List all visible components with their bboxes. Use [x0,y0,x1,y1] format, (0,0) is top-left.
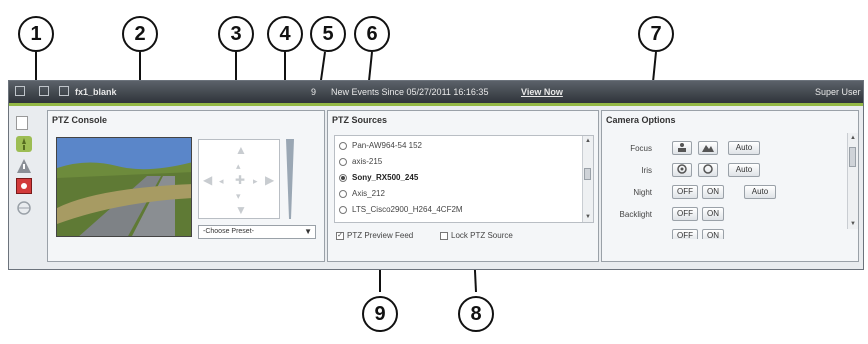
source-label: axis-215 [352,157,383,166]
callout-5: 5 [310,16,346,52]
night-auto-button[interactable]: Auto [744,185,776,199]
backlight-label: Backlight [619,210,652,219]
night-off-button[interactable]: OFF [672,185,698,199]
tilt-down-small-icon[interactable]: ▾ [236,190,241,202]
scroll-thumb[interactable] [584,168,591,180]
preset-selected-value: -Choose Preset- [203,228,254,235]
scroll-thumb[interactable] [849,147,856,167]
window-restore-icon[interactable] [39,86,49,96]
source-label: Pan-AW964-54 152 [352,141,422,150]
source-label: LTS_Cisco2900_H264_4CF2M [352,205,463,214]
extra-off-button[interactable]: OFF [672,229,698,239]
preview-feed-label: PTZ Preview Feed [347,231,414,240]
globe-icon[interactable] [16,200,32,216]
view-now-link[interactable]: View Now [521,87,563,97]
backlight-off-button[interactable]: OFF [672,207,698,221]
camera-icon[interactable] [16,178,32,194]
source-item[interactable]: LTS_Cisco2900_H264_4CF2M [339,205,463,219]
preset-dropdown[interactable]: -Choose Preset- ▼ [198,225,316,239]
focus-label: Focus [630,144,652,153]
pan-right-small-icon[interactable]: ▸ [253,175,258,187]
user-name: Super User [815,87,861,97]
source-radio-selected[interactable] [339,173,347,182]
scroll-down-icon[interactable]: ▼ [585,214,591,220]
source-item-selected[interactable]: Sony_RX500_245 [339,173,418,187]
callout-3: 3 [218,16,254,52]
window-tab-icon[interactable] [59,86,69,96]
source-label: Axis_212 [352,189,385,198]
source-label: Sony_RX500_245 [352,173,419,182]
tilt-down-arrow-icon[interactable]: ▼ [235,204,247,216]
preview-feed-checkbox[interactable]: ✓ [336,231,344,240]
focus-near-button[interactable] [672,141,692,155]
extra-on-button[interactable]: ON [702,229,724,239]
warning-icon[interactable] [16,158,32,174]
ptz-application-window: fx1_blank 9 New Events Since 05/27/2011 … [8,80,864,270]
callout-6: 6 [354,16,390,52]
tilt-up-small-icon[interactable]: ▴ [236,160,241,172]
lock-source-option[interactable]: Lock PTZ Source [440,231,513,240]
iris-label: Iris [641,166,652,175]
source-radio[interactable] [339,189,347,198]
ptz-source-list: Pan-AW964-54 152 axis-215 Sony_RX500_245… [334,135,594,223]
events-count: 9 [311,87,317,97]
lock-source-label: Lock PTZ Source [451,231,513,240]
focus-auto-button[interactable]: Auto [728,141,760,155]
events-text: New Events Since 05/27/2011 16:16:35 [331,87,489,97]
camera-options-scrollbar[interactable]: ▲ ▼ [847,133,858,229]
iris-auto-button[interactable]: Auto [728,163,760,177]
source-item[interactable]: axis-215 [339,157,382,171]
ptz-center-icon[interactable]: ✚ [235,174,245,186]
tilt-up-arrow-icon[interactable]: ▲ [235,144,247,156]
source-radio[interactable] [339,141,347,150]
ptz-console-title: PTZ Console [52,115,108,125]
zoom-slider[interactable] [286,139,294,219]
scroll-up-icon[interactable]: ▲ [585,138,591,144]
callout-9: 9 [362,296,398,332]
night-label: Night [633,188,652,197]
left-icon-strip [13,116,35,266]
focus-row: Focus Auto [602,141,858,157]
window-title: fx1_blank [75,87,117,97]
source-item[interactable]: Pan-AW964-54 152 [339,141,422,155]
scroll-down-icon[interactable]: ▼ [850,221,856,227]
extra-option-row: OFF ON [602,229,858,239]
ptz-icon[interactable] [16,136,32,152]
chevron-down-icon: ▼ [304,227,312,236]
main-body: PTZ Console ▲ ▴ ◀ ◂ ✚ ▸ ▶ ▾ ▼ -Choose Pr… [9,103,863,269]
ptz-console-panel: PTZ Console ▲ ▴ ◀ ◂ ✚ ▸ ▶ ▾ ▼ -Choose Pr… [47,110,325,262]
backlight-row: Backlight OFF ON [602,207,858,223]
focus-far-button[interactable] [698,141,718,155]
iris-open-button[interactable] [698,163,718,177]
callout-2: 2 [122,16,158,52]
camera-options-panel: Camera Options Focus Auto Iris Auto Nigh… [601,110,859,262]
source-list-scrollbar[interactable]: ▲ ▼ [582,136,593,222]
night-row: Night OFF ON Auto [602,185,858,201]
ptz-pan-tilt-pad[interactable]: ▲ ▴ ◀ ◂ ✚ ▸ ▶ ▾ ▼ [198,139,280,219]
iris-row: Iris Auto [602,163,858,179]
title-bar: fx1_blank 9 New Events Since 05/27/2011 … [9,81,863,103]
callout-1: 1 [18,16,54,52]
pan-left-arrow-icon[interactable]: ◀ [203,174,212,186]
night-on-button[interactable]: ON [702,185,724,199]
pan-left-small-icon[interactable]: ◂ [219,175,224,187]
source-item[interactable]: Axis_212 [339,189,385,203]
iris-close-button[interactable] [672,163,692,177]
ptz-sources-panel: PTZ Sources Pan-AW964-54 152 axis-215 So… [327,110,599,262]
pan-right-arrow-icon[interactable]: ▶ [265,174,274,186]
camera-options-title: Camera Options [606,115,676,125]
callout-8: 8 [458,296,494,332]
window-menu-icon[interactable] [15,86,25,96]
source-radio[interactable] [339,157,347,166]
camera-video-feed [56,137,192,237]
source-radio[interactable] [339,205,347,214]
page-icon[interactable] [16,116,28,130]
preview-feed-option[interactable]: ✓ PTZ Preview Feed [336,231,413,240]
backlight-on-button[interactable]: ON [702,207,724,221]
ptz-sources-title: PTZ Sources [332,115,388,125]
callout-7: 7 [638,16,674,52]
scroll-up-icon[interactable]: ▲ [850,135,856,141]
callout-4: 4 [267,16,303,52]
lock-source-checkbox[interactable] [440,231,448,240]
